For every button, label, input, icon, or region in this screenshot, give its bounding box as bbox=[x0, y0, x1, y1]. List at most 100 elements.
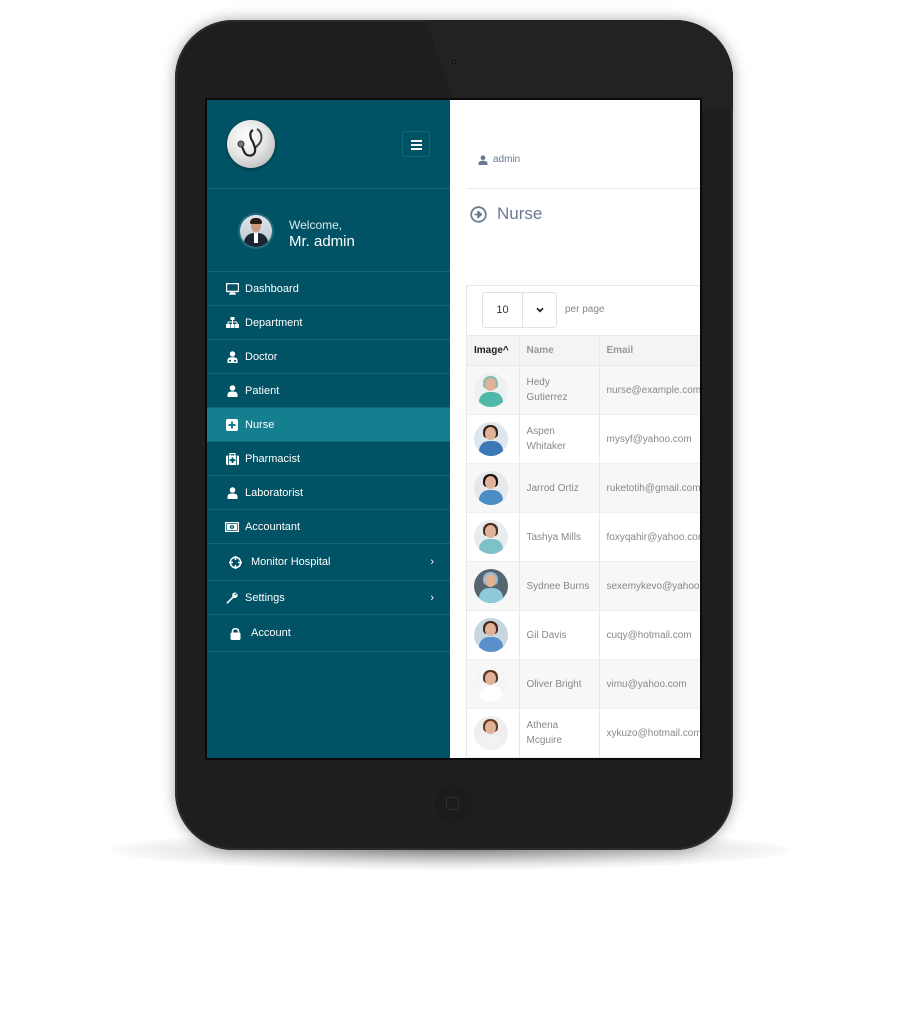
sidebar-item-settings[interactable]: Settings › bbox=[207, 581, 450, 615]
sidebar-item-label: Laboratorist bbox=[245, 486, 304, 499]
chevron-down-icon bbox=[523, 293, 556, 327]
email-cell: sexemykevo@yahoo.com bbox=[599, 561, 700, 611]
stethoscope-logo-icon[interactable] bbox=[227, 120, 275, 168]
photo-body bbox=[479, 490, 503, 505]
sidebar-item-label: Patient bbox=[245, 384, 280, 397]
email-cell: cuqy@hotmail.com bbox=[599, 610, 700, 660]
photo-body bbox=[479, 735, 503, 750]
sidebar-item-doctor[interactable]: Doctor bbox=[207, 340, 450, 374]
sidebar-item-pharmacist[interactable]: Pharmacist bbox=[207, 442, 450, 476]
sidebar-item-label: Department bbox=[245, 316, 303, 329]
welcome-label: Welcome, bbox=[289, 218, 343, 232]
table-row[interactable]: Jarrod Ortiz ruketotih@gmail.com bbox=[467, 463, 700, 513]
email-cell: foxyqahir@yahoo.com bbox=[599, 512, 700, 562]
sidebar-item-monitor-hospital[interactable]: Monitor Hospital › bbox=[207, 544, 450, 581]
sidebar-item-nurse[interactable]: Nurse bbox=[207, 408, 450, 442]
nurse-photo[interactable] bbox=[474, 520, 508, 554]
email-cell: mysyf@yahoo.com bbox=[599, 414, 700, 464]
money-icon bbox=[225, 520, 239, 534]
name-cell: Oliver Bright bbox=[519, 659, 600, 709]
welcome-block: Welcome, Mr. admin bbox=[207, 189, 450, 272]
table-row[interactable]: Gil Davis cuqy@hotmail.com bbox=[467, 610, 700, 660]
image-cell bbox=[467, 365, 520, 415]
nurse-table-panel: 10 per page Image^ Name Email Hedy Gutie bbox=[466, 285, 700, 758]
sidebar-item-laboratorist[interactable]: Laboratorist bbox=[207, 476, 450, 510]
avatar[interactable] bbox=[238, 213, 274, 249]
email-cell: ruketotih@gmail.com bbox=[599, 463, 700, 513]
sidebar-item-label: Settings bbox=[245, 591, 285, 604]
nurse-photo[interactable] bbox=[474, 422, 508, 456]
table-row[interactable]: Sydnee Burnssexemykevo@yahoo.com bbox=[467, 561, 700, 611]
photo-head bbox=[485, 574, 496, 587]
name-cell: Aspen Whitaker bbox=[519, 414, 600, 464]
image-cell bbox=[467, 414, 520, 464]
image-cell bbox=[467, 561, 520, 611]
sidebar: Welcome, Mr. admin Dashboard Department bbox=[207, 100, 450, 758]
nurse-photo[interactable] bbox=[474, 569, 508, 603]
hamburger-icon bbox=[411, 140, 422, 142]
sidebar-item-account[interactable]: Account bbox=[207, 615, 450, 652]
name-cell: Sydnee Burns bbox=[519, 561, 600, 611]
user-link-label: admin bbox=[493, 154, 521, 165]
user-icon bbox=[225, 486, 239, 500]
sidebar-nav: Dashboard Department Doctor Patient Nurs… bbox=[207, 272, 450, 652]
nurse-photo[interactable] bbox=[474, 618, 508, 652]
photo-head bbox=[485, 525, 496, 538]
photo-head bbox=[485, 476, 496, 489]
name-cell: Hedy Gutierrez bbox=[519, 365, 600, 415]
bezel-glare bbox=[425, 20, 733, 110]
front-camera bbox=[450, 58, 458, 66]
page-title-text: Nurse bbox=[497, 204, 543, 223]
image-cell bbox=[467, 659, 520, 709]
sitemap-icon bbox=[225, 316, 239, 330]
table-row[interactable]: Oliver Bright vimu@yahoo.com bbox=[467, 659, 700, 709]
nurse-photo[interactable] bbox=[474, 716, 508, 750]
avatar-hair bbox=[250, 218, 262, 224]
sidebar-item-label: Account bbox=[251, 627, 291, 639]
nurse-photo[interactable] bbox=[474, 373, 508, 407]
sidebar-item-label: Dashboard bbox=[245, 282, 299, 295]
chevron-right-icon: › bbox=[430, 591, 434, 604]
image-cell bbox=[467, 610, 520, 660]
column-header-name[interactable]: Name bbox=[519, 336, 600, 366]
sidebar-item-patient[interactable]: Patient bbox=[207, 374, 450, 408]
photo-body bbox=[479, 686, 503, 701]
nurse-table: Image^ Name Email Hedy Gutierrez nurse@ex… bbox=[467, 336, 700, 758]
home-button[interactable] bbox=[433, 784, 473, 824]
photo-head bbox=[485, 672, 496, 685]
nurse-photo[interactable] bbox=[474, 667, 508, 701]
email-cell: xykuzo@hotmail.com bbox=[599, 708, 700, 758]
page-title: Nurse bbox=[470, 204, 542, 224]
table-body: Hedy Gutierrez nurse@example.com Aspen Whi… bbox=[467, 365, 700, 758]
name-cell: Tashya Mills bbox=[519, 512, 600, 562]
avatar-image bbox=[240, 215, 272, 247]
photo-head bbox=[485, 378, 496, 391]
name-cell: Gil Davis bbox=[519, 610, 600, 660]
sidebar-item-accountant[interactable]: Accountant bbox=[207, 510, 450, 544]
table-row[interactable]: Tashya Mills foxyqahir@yahoo.com bbox=[467, 512, 700, 562]
sidebar-item-label: Doctor bbox=[245, 350, 278, 363]
sidebar-item-label: Pharmacist bbox=[245, 452, 301, 465]
main-content: admin Nurse 10 per page Image^ Name Emai… bbox=[450, 100, 700, 758]
welcome-user-name: Mr. admin bbox=[289, 233, 355, 250]
image-cell bbox=[467, 463, 520, 513]
table-row[interactable]: Athena Mcguire xykuzo@hotmail.com bbox=[467, 708, 700, 758]
nurse-photo[interactable] bbox=[474, 471, 508, 505]
desktop-icon bbox=[225, 282, 239, 296]
menu-toggle-button[interactable] bbox=[402, 131, 430, 157]
table-row[interactable]: Hedy Gutierrez nurse@example.com bbox=[467, 365, 700, 415]
medkit-icon bbox=[225, 452, 239, 466]
hamburger-icon-bar bbox=[411, 144, 422, 146]
photo-head bbox=[485, 623, 496, 636]
sidebar-item-label: Nurse bbox=[245, 418, 275, 431]
sidebar-item-department[interactable]: Department bbox=[207, 306, 450, 340]
table-header-row: Image^ Name Email bbox=[467, 336, 700, 366]
photo-head bbox=[485, 721, 496, 734]
per-page-select[interactable]: 10 bbox=[482, 292, 557, 328]
column-header-email[interactable]: Email bbox=[599, 336, 700, 366]
column-header-image[interactable]: Image^ bbox=[467, 336, 520, 366]
table-row[interactable]: Aspen Whitaker mysyf@yahoo.com bbox=[467, 414, 700, 464]
photo-body bbox=[479, 392, 503, 407]
sidebar-item-dashboard[interactable]: Dashboard bbox=[207, 272, 450, 306]
user-menu-link[interactable]: admin bbox=[478, 154, 520, 165]
